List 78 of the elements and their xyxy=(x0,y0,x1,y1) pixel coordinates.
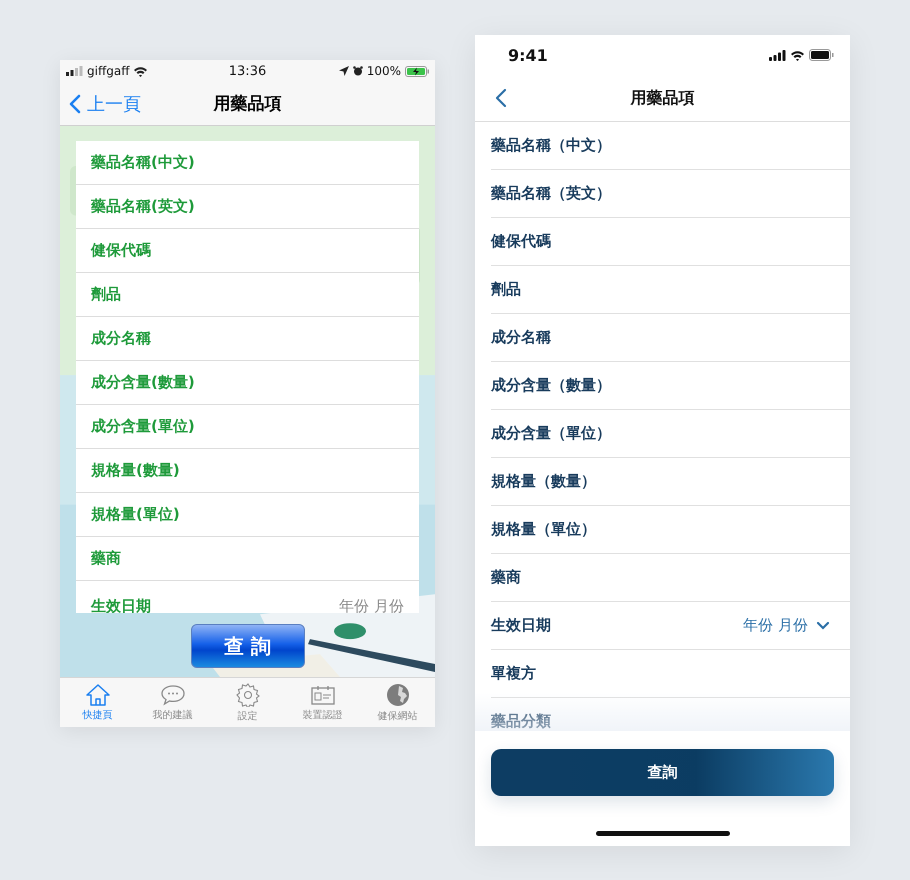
field-label: 規格量（單位） xyxy=(491,520,597,539)
field-row[interactable]: 單複方 xyxy=(491,650,850,698)
field-label: 劑品 xyxy=(91,285,121,304)
field-label: 藥品名稱(中文) xyxy=(91,153,195,172)
field-row[interactable]: 藥品名稱(中文) xyxy=(76,141,419,185)
field-label: 藥品名稱(英文) xyxy=(91,197,195,216)
field-row[interactable]: 藥商 xyxy=(76,537,419,581)
home-icon xyxy=(84,684,110,706)
query-button[interactable]: 查詢 xyxy=(491,749,834,796)
field-label: 成分名稱 xyxy=(91,329,151,348)
field-row[interactable]: 成分名稱 xyxy=(76,317,419,361)
date-value: 年份 月份 xyxy=(339,597,404,613)
tab-item[interactable]: 裝置認證 xyxy=(285,678,360,727)
back-button[interactable] xyxy=(495,88,507,108)
field-row[interactable]: 成分名稱 xyxy=(491,314,850,362)
chevron-left-icon xyxy=(495,88,507,108)
globe-icon xyxy=(386,682,410,706)
carrier-name: giffgaff xyxy=(87,64,130,78)
field-label: 成分含量(單位) xyxy=(91,417,195,436)
battery-percent: 100% xyxy=(366,64,401,78)
id-card-icon xyxy=(310,684,336,706)
field-row[interactable]: 規格量（數量） xyxy=(491,458,850,506)
field-row[interactable]: 規格量(數量) xyxy=(76,449,419,493)
field-label: 單複方 xyxy=(491,664,537,683)
field-label: 藥品名稱（英文） xyxy=(491,184,612,203)
screen-title: 用藥品項 xyxy=(630,88,694,108)
field-label: 藥品名稱（中文） xyxy=(491,136,612,155)
chevron-left-icon xyxy=(69,94,81,114)
field-label: 生效日期 xyxy=(491,616,552,635)
field-row[interactable]: 健保代碼 xyxy=(491,218,850,266)
field-label: 規格量(數量) xyxy=(91,461,180,480)
field-label: 成分含量（單位） xyxy=(491,424,612,443)
wifi-icon xyxy=(790,50,805,60)
status-time: 9:41 xyxy=(508,46,548,64)
settings-icon xyxy=(236,682,260,706)
field-row[interactable]: 生效日期 年份 月份 xyxy=(491,602,850,650)
field-label: 規格量(單位) xyxy=(91,505,180,524)
chevron-down-icon xyxy=(816,621,830,630)
chat-bubble-icon xyxy=(160,684,186,706)
field-label: 藥商 xyxy=(491,568,522,587)
field-label: 成分名稱 xyxy=(491,328,552,347)
signal-icon xyxy=(769,50,786,60)
field-label: 藥商 xyxy=(91,549,121,568)
field-row[interactable]: 藥品名稱(英文) xyxy=(76,185,419,229)
tab-item[interactable]: 我的建議 xyxy=(135,678,210,727)
field-label: 健保代碼 xyxy=(491,232,552,251)
screen-title: 用藥品項 xyxy=(214,93,282,115)
field-row[interactable]: 規格量(單位) xyxy=(76,493,419,537)
field-label: 健保代碼 xyxy=(91,241,151,260)
field-row[interactable]: 成分含量(單位) xyxy=(76,405,419,449)
tab-item[interactable]: 設定 xyxy=(210,678,285,727)
back-button[interactable]: 上一頁 xyxy=(69,92,141,116)
wifi-icon xyxy=(133,66,148,76)
field-row[interactable]: 藥商 xyxy=(491,554,850,602)
field-label: 成分含量(數量) xyxy=(91,373,195,392)
alarm-clock-icon xyxy=(352,66,363,76)
field-label: 劑品 xyxy=(491,280,522,299)
tab-item[interactable]: 健保網站 xyxy=(360,678,435,727)
field-row[interactable]: 成分含量（單位） xyxy=(491,410,850,458)
field-label: 成分含量（數量） xyxy=(491,376,612,395)
field-row[interactable]: 健保代碼 xyxy=(76,229,419,273)
field-row[interactable]: 藥品名稱（英文） xyxy=(491,170,850,218)
field-row[interactable]: 成分含量(數量) xyxy=(76,361,419,405)
date-value: 年份 月份 xyxy=(743,616,808,635)
battery-charging-icon xyxy=(405,66,429,76)
query-button[interactable]: 查 詢 xyxy=(190,624,304,668)
field-row[interactable]: 規格量（單位） xyxy=(491,506,850,554)
field-row[interactable]: 劑品 xyxy=(491,266,850,314)
status-time: 13:36 xyxy=(228,64,266,78)
field-label: 規格量（數量） xyxy=(491,472,597,491)
field-row[interactable]: 成分含量（數量） xyxy=(491,362,850,410)
signal-icon xyxy=(66,66,83,76)
location-icon xyxy=(338,66,349,76)
field-row[interactable]: 劑品 xyxy=(76,273,419,317)
tab-item[interactable]: 快捷頁 xyxy=(60,678,135,727)
field-label: 藥品分類 xyxy=(491,712,552,731)
field-row[interactable]: 藥品名稱（中文） xyxy=(491,122,850,170)
battery-icon xyxy=(809,49,834,61)
